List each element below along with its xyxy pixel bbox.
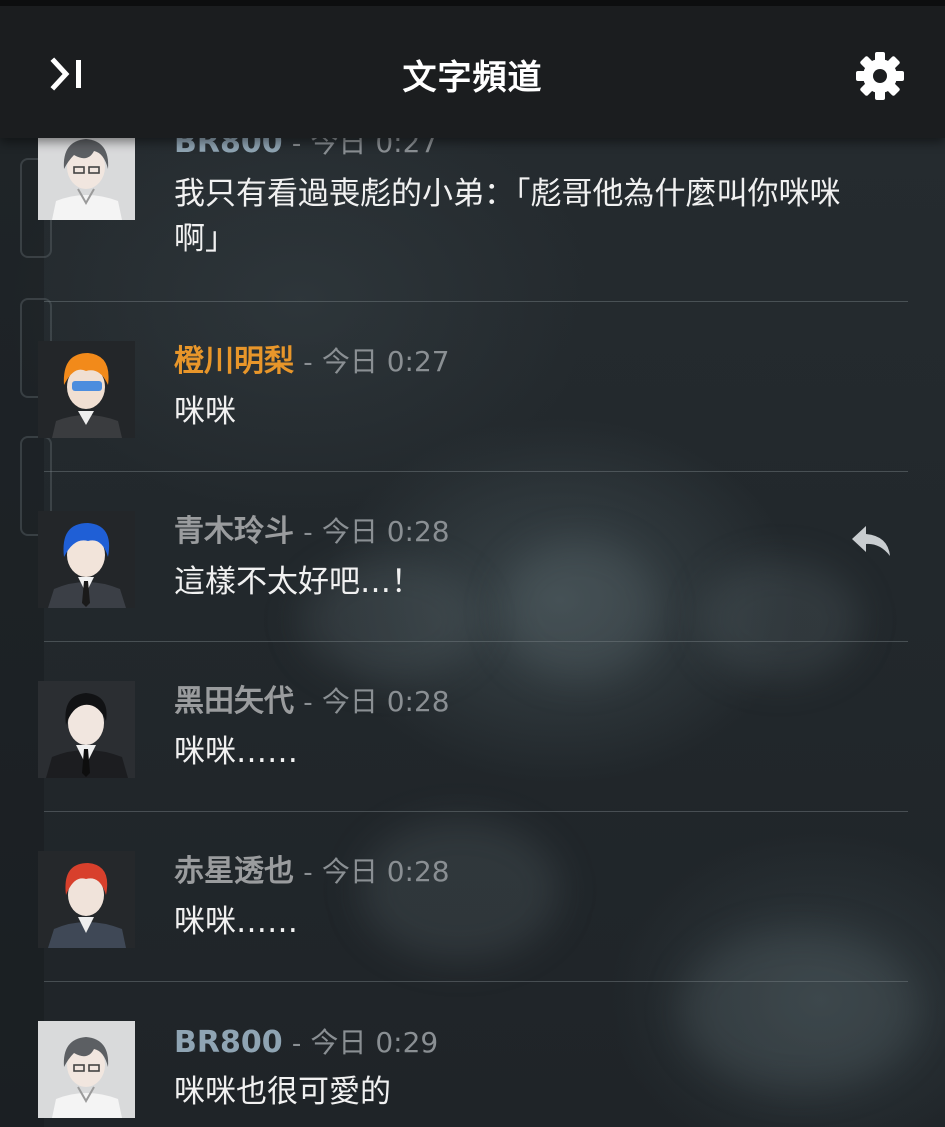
message-line: 咪咪…… — [174, 904, 298, 940]
divider — [44, 471, 908, 472]
message-text: 這樣不太好吧…！ — [174, 560, 914, 605]
timestamp: 今日 0:28 — [321, 855, 450, 888]
avatar[interactable] — [38, 341, 135, 438]
timestamp: 今日 0:28 — [321, 515, 450, 548]
author-name[interactable]: BR800 — [174, 1025, 283, 1060]
separator: - — [303, 688, 313, 718]
separator: - — [291, 1029, 302, 1059]
message-line: 這樣不太好吧…！ — [174, 564, 422, 600]
message-list[interactable]: BR800 - 今日 0:27 我只有看過喪彪的小弟：「彪哥他為什麼叫你咪咪 啊… — [0, 0, 945, 1127]
avatar[interactable] — [38, 511, 135, 608]
author-name[interactable]: 橙川明梨 — [174, 344, 294, 379]
timestamp: 今日 0:29 — [310, 1026, 439, 1059]
message-text: 咪咪…… — [174, 900, 914, 945]
author-name[interactable]: 赤星透也 — [174, 854, 294, 889]
reply-icon[interactable] — [850, 520, 894, 560]
avatar[interactable] — [38, 1021, 135, 1118]
message-header: 黑田矢代 - 今日 0:28 — [174, 683, 450, 721]
divider — [44, 641, 908, 642]
divider — [44, 811, 908, 812]
author-name[interactable]: 黑田矢代 — [174, 684, 294, 719]
gear-icon[interactable] — [850, 46, 910, 106]
message-line: 咪咪也很可愛的 — [174, 1074, 391, 1110]
message-header: 橙川明梨 - 今日 0:27 — [174, 343, 450, 381]
avatar[interactable] — [38, 681, 135, 778]
channel-title: 文字頻道 — [402, 58, 543, 98]
separator: - — [303, 858, 313, 888]
message-header: BR800 - 今日 0:29 — [174, 1024, 438, 1062]
separator: - — [303, 348, 313, 378]
divider — [44, 981, 908, 982]
divider — [44, 301, 908, 302]
message-text: 咪咪 — [174, 390, 914, 435]
separator: - — [303, 518, 313, 548]
message-text: 我只有看過喪彪的小弟：「彪哥他為什麼叫你咪咪 啊」 — [174, 172, 914, 262]
message-line: 啊」 — [174, 221, 236, 257]
message-line: 咪咪 — [174, 394, 236, 430]
avatar[interactable] — [38, 851, 135, 948]
top-bar: 文字頻道 — [0, 0, 945, 138]
timestamp: 今日 0:27 — [321, 345, 450, 378]
message-line: 我只有看過喪彪的小弟：「彪哥他為什麼叫你咪咪 — [174, 176, 841, 212]
timestamp: 今日 0:28 — [321, 685, 450, 718]
message-header: 赤星透也 - 今日 0:28 — [174, 853, 450, 891]
message-line: 咪咪…… — [174, 734, 298, 770]
message-header: 青木玲斗 - 今日 0:28 — [174, 513, 450, 551]
message-text: 咪咪…… — [174, 730, 914, 775]
author-name[interactable]: 青木玲斗 — [174, 514, 294, 549]
message-text: 咪咪也很可愛的 — [174, 1070, 914, 1115]
